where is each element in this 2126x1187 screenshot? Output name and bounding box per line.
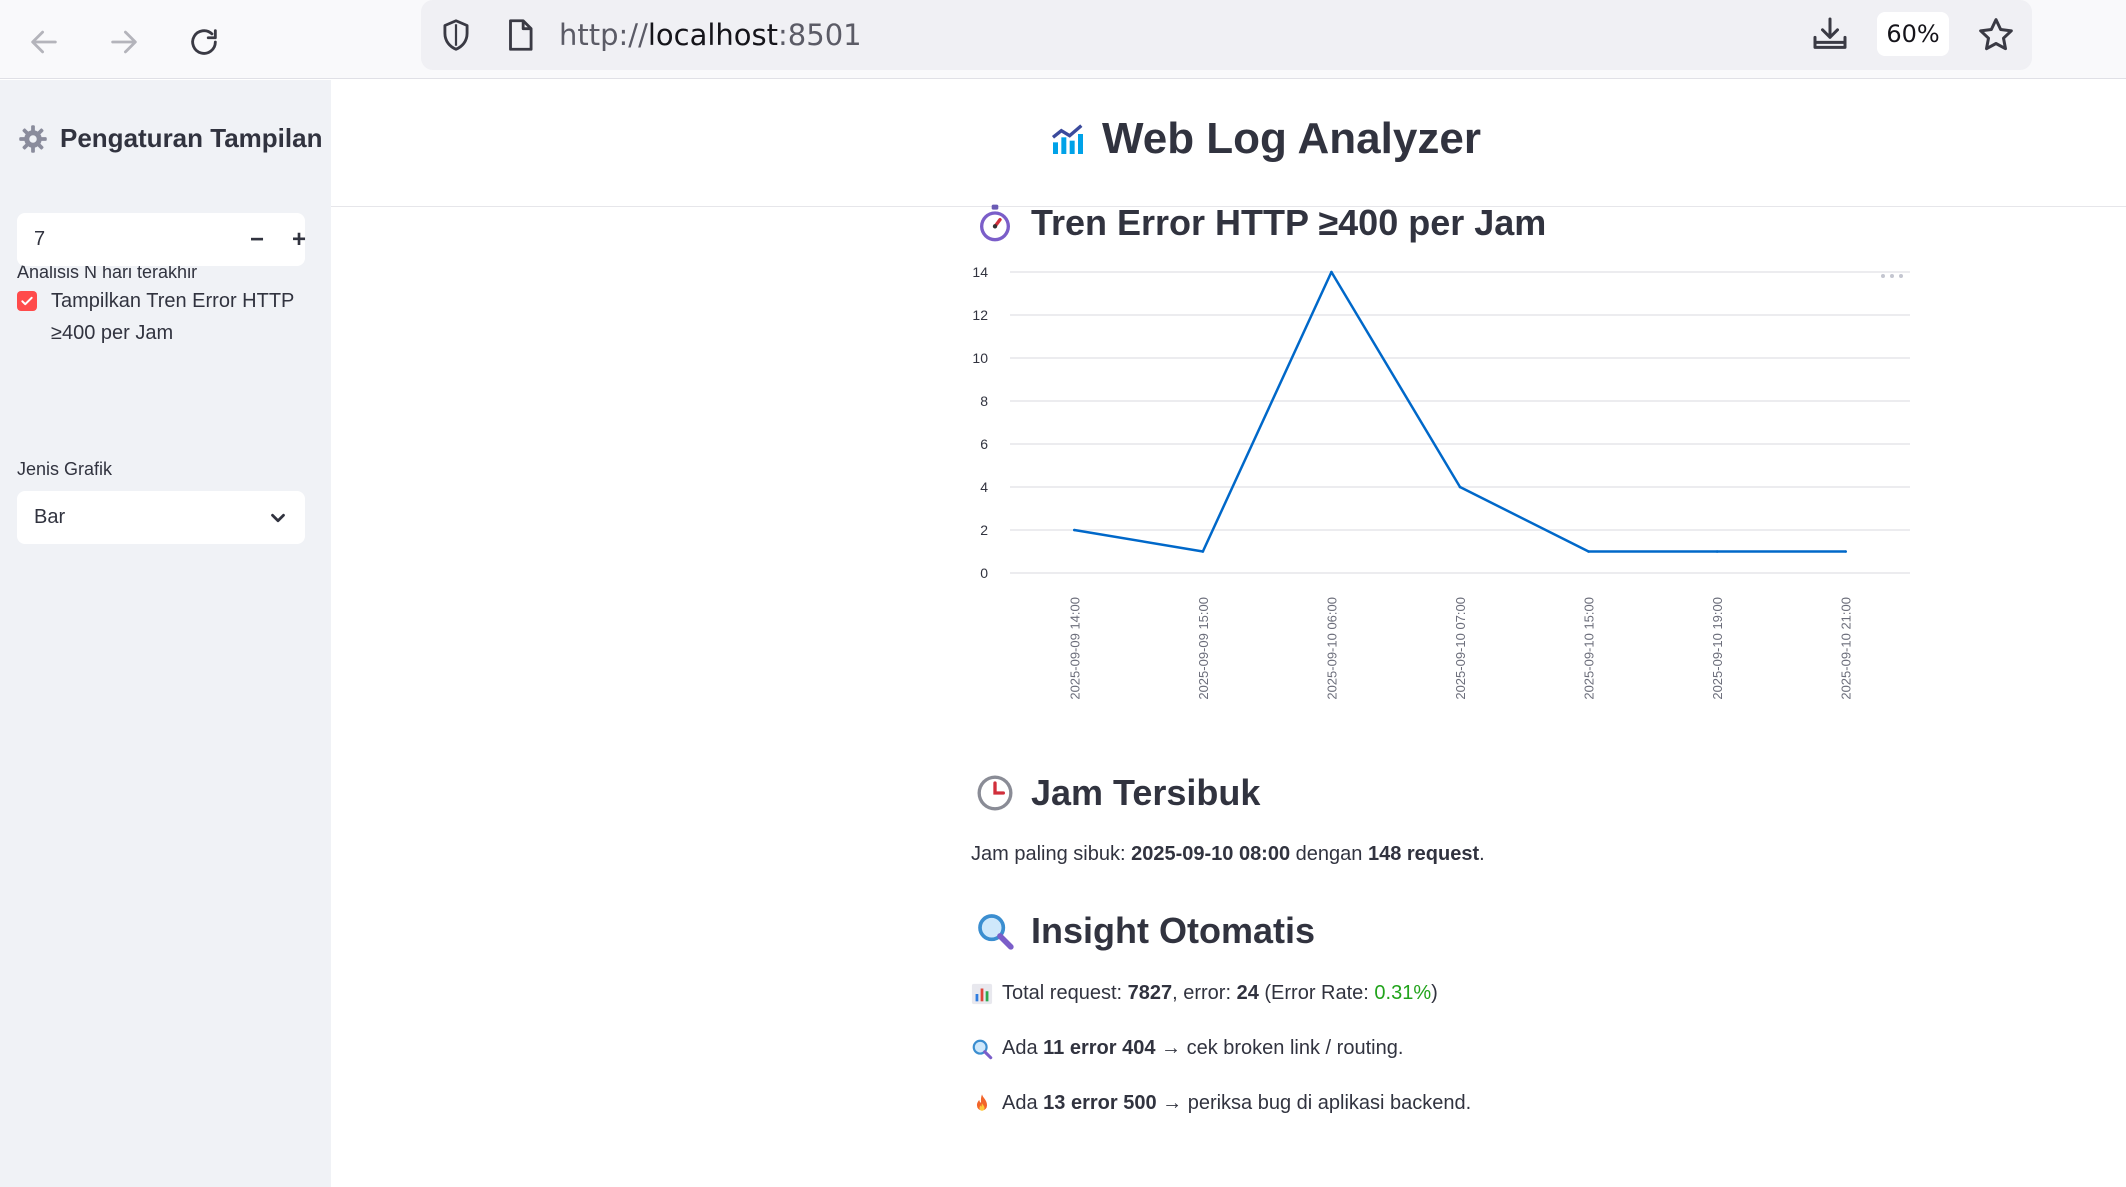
arrow-right-icon (111, 30, 137, 54)
increment-button[interactable]: + (279, 213, 319, 266)
x-tick-label: 2025-09-10 15:00 (1582, 597, 1597, 700)
forward-button[interactable] (96, 14, 152, 70)
404-prefix: Ada (1002, 1037, 1044, 1059)
y-tick-label: 2 (980, 522, 988, 538)
days-number-input[interactable]: 7 − + (17, 213, 306, 266)
y-tick-label: 8 (980, 393, 988, 409)
days-value[interactable]: 7 (34, 213, 45, 266)
insight-500-line: Ada 13 error 500 → periksa bug di aplika… (971, 1092, 1471, 1115)
error-value: 24 (1236, 982, 1259, 1004)
bar-chart-icon (971, 983, 993, 1004)
arrow-left-icon (31, 30, 57, 54)
page-title-text: Web Log Analyzer (1102, 114, 1481, 163)
gear-icon (19, 124, 47, 153)
x-tick-label: 2025-09-09 14:00 (1067, 597, 1082, 700)
insight-heading-text: Insight Otomatis (1031, 910, 1316, 951)
data-point (1844, 550, 1848, 553)
url-text[interactable]: http://localhost:8501 (559, 16, 862, 54)
insight-404-line: Ada 11 error 404 → cek broken link / rou… (971, 1037, 1403, 1060)
busiest-hour-heading-text: Jam Tersibuk (1031, 772, 1261, 813)
sidebar-title-text: Pengaturan Tampilan (60, 123, 323, 153)
magnifier-icon (972, 1039, 993, 1059)
x-tick-label: 2025-09-10 06:00 (1324, 597, 1339, 700)
rate-prefix: (Error Rate: (1258, 982, 1375, 1004)
url-scheme: http:// (559, 18, 648, 52)
data-point (1715, 550, 1719, 553)
busiest-hour-text: Jam paling sibuk: 2025-09-10 08:00 denga… (971, 843, 1485, 866)
y-tick-label: 4 (980, 479, 988, 495)
data-point (1072, 528, 1076, 532)
y-tick-label: 10 (972, 350, 988, 366)
back-button[interactable] (16, 14, 72, 70)
data-point (1458, 485, 1462, 489)
insight-total-line: Total request: 7827, error: 24 (Error Ra… (971, 982, 1438, 1005)
y-tick-label: 12 (972, 307, 988, 323)
x-tick-label: 2025-09-10 07:00 (1453, 597, 1468, 700)
fire-icon (976, 1093, 988, 1111)
reload-icon (191, 29, 217, 55)
url-host: localhost (647, 18, 779, 52)
error-rate-value: 0.31% (1374, 982, 1432, 1004)
bookmark-star-icon[interactable] (1976, 15, 2016, 55)
page-title: Web Log Analyzer (1048, 114, 1481, 164)
chart-more-options-icon[interactable] (1880, 272, 1904, 280)
page-icon[interactable] (501, 16, 539, 54)
total-value: 7827 (1127, 982, 1173, 1004)
rate-suffix: ) (1431, 982, 1438, 1004)
download-icon[interactable] (1810, 14, 1850, 54)
y-tick-label: 6 (980, 436, 988, 452)
error-trend-checkbox-label[interactable]: Tampilkan Tren Error HTTP ≥400 per Jam (51, 285, 313, 349)
x-tick-label: 2025-09-09 15:00 (1196, 597, 1211, 700)
data-point (1201, 550, 1205, 553)
500-count-value: 13 error 500 (1043, 1092, 1157, 1114)
decrement-button[interactable]: − (237, 213, 277, 266)
busy-count-value: 148 request (1367, 843, 1480, 865)
y-tick-label: 14 (972, 264, 988, 280)
reload-button[interactable] (176, 14, 232, 70)
stopwatch-icon (980, 204, 1010, 242)
bar-chart-icon (1051, 124, 1083, 154)
sidebar-title: Pengaturan Tampilan (18, 123, 322, 154)
chart-type-value: Bar (34, 506, 66, 528)
url-bar[interactable]: http://localhost:8501 60% (421, 0, 2032, 70)
error-trend-heading: Tren Error HTTP ≥400 per Jam (975, 202, 1546, 244)
chart-type-select[interactable]: Bar (17, 491, 305, 544)
x-tick-label: 2025-09-10 19:00 (1710, 597, 1725, 700)
busy-prefix: Jam paling sibuk: (971, 843, 1132, 865)
y-tick-label: 0 (980, 565, 988, 581)
total-prefix: Total request: (1002, 982, 1128, 1004)
checkmark-icon (21, 296, 33, 306)
500-suffix: → periksa bug di aplikasi backend. (1156, 1092, 1472, 1114)
error-trend-heading-text: Tren Error HTTP ≥400 per Jam (1031, 202, 1547, 243)
busy-hour-value: 2025-09-10 08:00 (1131, 843, 1291, 865)
busy-suffix: . (1479, 843, 1485, 865)
x-tick-label: 2025-09-10 21:00 (1839, 597, 1854, 700)
404-suffix: → cek broken link / routing. (1155, 1037, 1404, 1059)
error-prefix: , error: (1172, 982, 1237, 1004)
data-point (1330, 270, 1333, 274)
url-port: :8501 (778, 18, 862, 52)
404-count-value: 11 error 404 (1043, 1037, 1156, 1059)
chart-type-label: Jenis Grafik (17, 459, 113, 479)
series-line (1074, 270, 1846, 553)
chevron-down-icon (271, 513, 285, 523)
error-trend-checkbox[interactable] (17, 291, 37, 311)
insight-heading: Insight Otomatis (975, 910, 1315, 952)
magnifier-icon (978, 914, 1014, 950)
data-point (1587, 550, 1590, 553)
clock-icon (977, 775, 1013, 811)
500-prefix: Ada (1002, 1092, 1044, 1114)
busiest-hour-heading: Jam Tersibuk (975, 772, 1260, 814)
error-trend-chart: 0 2 4 6 8 10 12 14 2025-09-09 14:00 2025-09-09 15… (972, 264, 1910, 700)
shield-icon[interactable] (437, 16, 475, 54)
zoom-level-button[interactable]: 60% (1877, 12, 1949, 56)
busy-mid: dengan (1290, 843, 1368, 865)
browser-toolbar: http://localhost:8501 60% (0, 0, 2126, 79)
